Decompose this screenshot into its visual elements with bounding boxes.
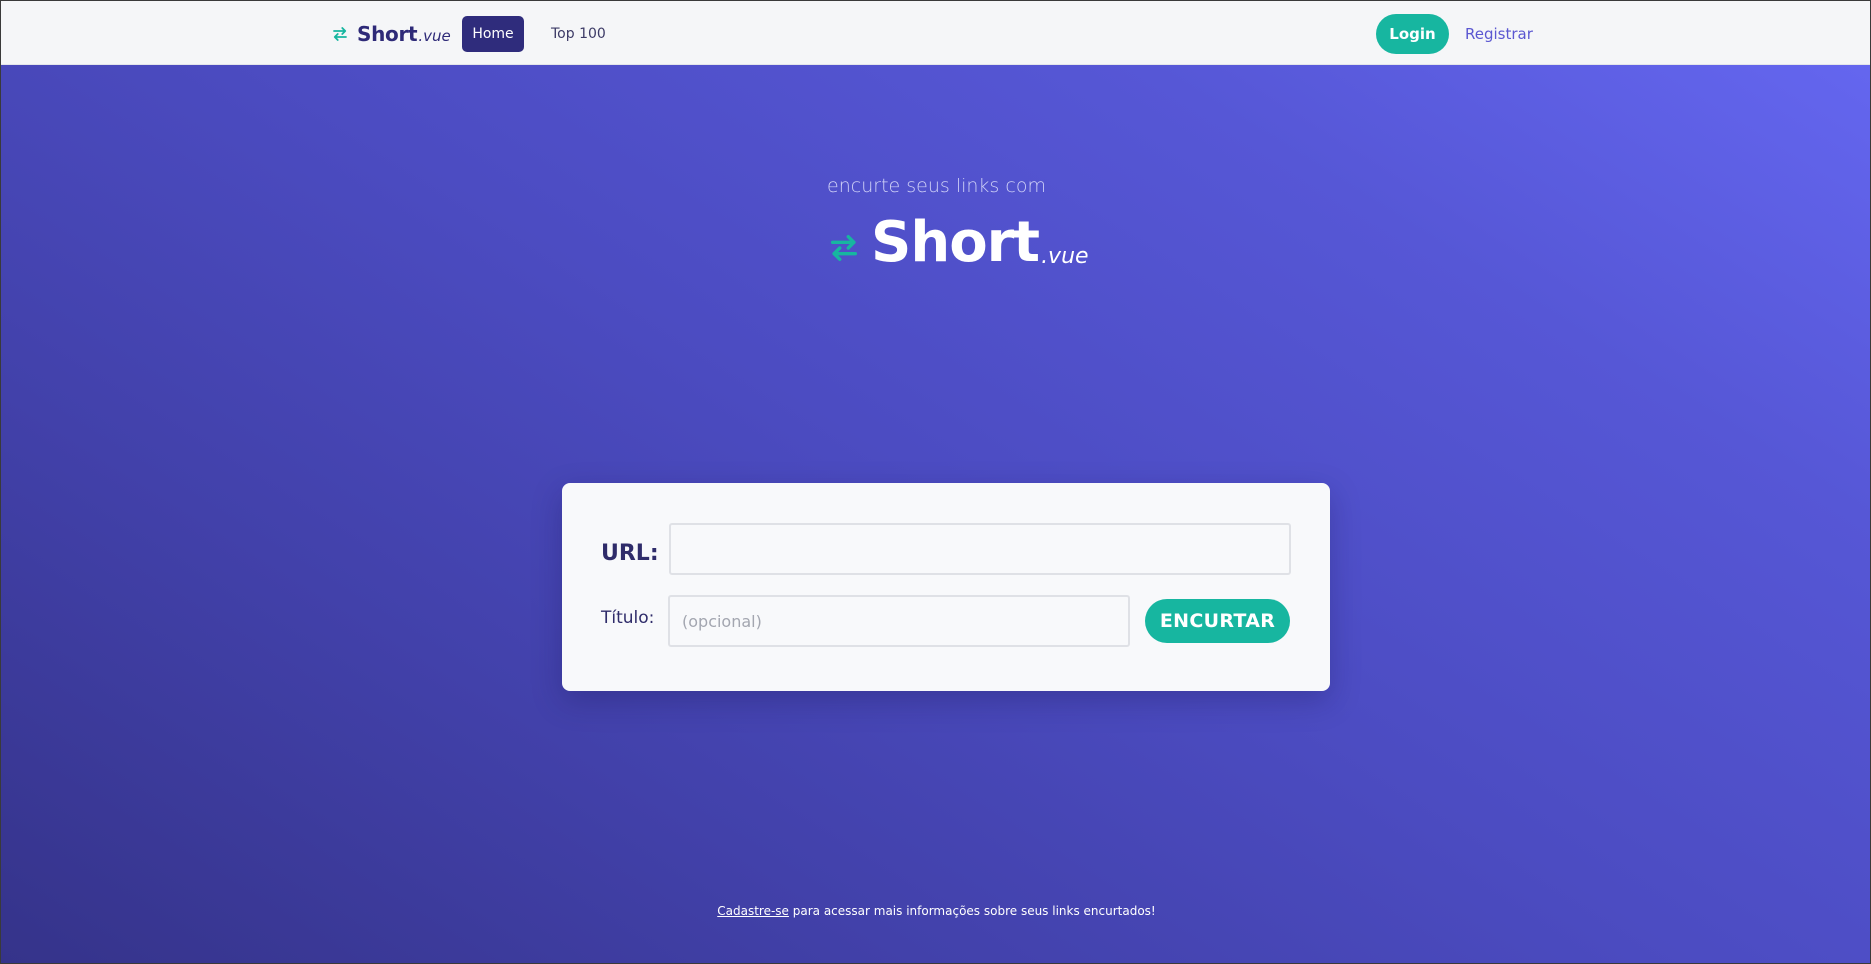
signup-note-text: para acessar mais informações sobre seus… xyxy=(788,904,1156,918)
hero-tagline: encurte seus links com xyxy=(827,175,1046,197)
hero-logo-name: Short xyxy=(871,210,1040,275)
signup-link[interactable]: Cadastre-se xyxy=(717,904,789,918)
signup-note: Cadastre-se para acessar mais informaçõe… xyxy=(1,904,1870,918)
brand-logo[interactable]: Short .vue xyxy=(331,19,451,49)
shorten-form-card: URL: Título: ENCURTAR xyxy=(562,483,1330,691)
swap-arrows-icon xyxy=(333,27,347,41)
swap-arrows-icon xyxy=(830,234,858,262)
app-window: Short .vue Home Top 100 Login Registrar … xyxy=(0,0,1871,964)
hero-logo-suffix: .vue xyxy=(1041,244,1089,269)
login-button[interactable]: Login xyxy=(1376,14,1449,54)
url-input[interactable] xyxy=(669,523,1291,575)
register-link[interactable]: Registrar xyxy=(1465,14,1533,54)
hero-logo: Short .vue xyxy=(827,205,1089,275)
navbar: Short .vue Home Top 100 Login Registrar xyxy=(1,1,1870,65)
shorten-button[interactable]: ENCURTAR xyxy=(1145,599,1290,643)
title-label: Título: xyxy=(601,608,655,628)
brand-name: Short xyxy=(357,22,418,46)
url-label: URL: xyxy=(601,541,659,566)
nav-home[interactable]: Home xyxy=(462,16,524,52)
brand-suffix: .vue xyxy=(418,27,451,45)
hero-section: encurte seus links com Short .vue URL: T… xyxy=(1,65,1870,963)
title-input[interactable] xyxy=(668,595,1130,647)
nav-top-100[interactable]: Top 100 xyxy=(539,16,618,52)
